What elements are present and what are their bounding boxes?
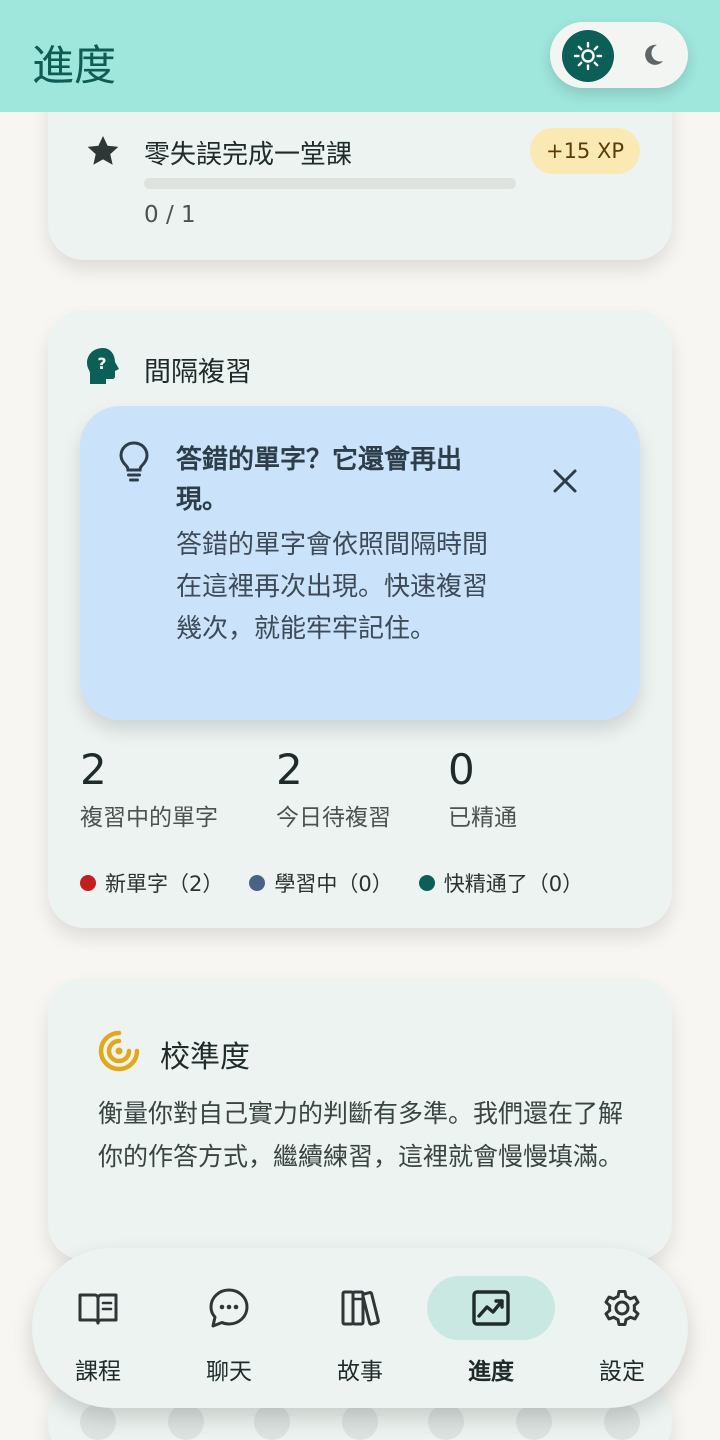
nav-item-lessons[interactable]: 課程 (34, 1276, 162, 1385)
calibration-card: 校準度 衡量你對自己實力的判斷有多準。我們還在了解你的作答方式，繼續練習，這裡就… (48, 978, 672, 1260)
nav-item-settings[interactable]: 設定 (558, 1276, 686, 1385)
stat-in-review: 2 複習中的單字 (80, 746, 218, 832)
placeholder-dot (428, 1404, 464, 1440)
legend-label: 快精通了（0） (443, 872, 584, 896)
page-title: 進度 (32, 41, 117, 90)
book-icon (76, 1286, 120, 1330)
nav-item-progress[interactable]: 進度 (427, 1276, 555, 1385)
close-icon[interactable] (548, 464, 582, 498)
tip-title: 答錯的單字？它還會再出現。 (176, 445, 463, 515)
books-icon (338, 1286, 382, 1330)
quest-progress-text: 0 / 1 (144, 202, 196, 228)
quest-title: 零失誤完成一堂課 (144, 140, 353, 170)
legend-item-learning: 學習中（0） (249, 868, 393, 898)
head-question-icon: ? (84, 346, 122, 390)
xp-badge: +15 XP (530, 128, 640, 174)
bottom-nav: 課程 聊天 故事 進度 設定 (32, 1248, 688, 1408)
placeholder-dot (80, 1404, 116, 1440)
stat-label: 今日待複習 (276, 805, 391, 831)
star-icon (84, 132, 122, 174)
gear-icon (600, 1286, 644, 1330)
legend-dot (249, 875, 266, 891)
stat-label: 已精通 (448, 805, 517, 831)
nav-label: 進度 (468, 1359, 514, 1385)
theme-toggle[interactable] (550, 22, 688, 88)
lightbulb-icon (116, 440, 152, 488)
app-header: 進度 (0, 0, 720, 112)
placeholder-dot (604, 1404, 640, 1440)
stat-value: 2 (80, 745, 107, 794)
chart-icon (469, 1286, 513, 1330)
calibration-description: 衡量你對自己實力的判斷有多準。我們還在了解你的作答方式，繼續練習，這裡就會慢慢填… (98, 1099, 624, 1171)
section-title: 校準度 (160, 1040, 250, 1075)
legend-item-new: 新單字（2） (80, 868, 223, 898)
stat-value: 0 (448, 745, 475, 794)
legend-dot (80, 875, 96, 891)
legend-item-almost-mastered: 快精通了（0） (418, 868, 584, 898)
section-title: 間隔複習 (144, 357, 252, 388)
stat-due-today: 2 今日待複習 (276, 746, 391, 832)
legend-label: 新單字（2） (105, 872, 224, 896)
placeholder-dot (168, 1404, 204, 1440)
tip-card: 答錯的單字？它還會再出現。 答錯的單字會依照間隔時間在這裡再次出現。快速複習幾次… (80, 406, 640, 720)
placeholder-dot (342, 1404, 378, 1440)
tip-body: 答錯的單字會依照間隔時間在這裡再次出現。快速複習幾次，就能牢牢記住。 (176, 530, 489, 644)
nav-item-chat[interactable]: 聊天 (165, 1276, 293, 1385)
chat-bubble-icon (207, 1286, 251, 1330)
sun-icon[interactable] (562, 30, 614, 82)
stat-value: 2 (276, 745, 303, 794)
nav-label: 設定 (599, 1359, 645, 1385)
nav-label: 故事 (337, 1359, 383, 1385)
legend-dot (418, 875, 435, 891)
stat-mastered: 0 已精通 (448, 746, 517, 832)
nav-item-stories[interactable]: 故事 (296, 1276, 424, 1385)
quest-progress-bar (144, 178, 516, 189)
target-icon (98, 1030, 140, 1076)
review-legend: 新單字（2） 學習中（0） 快精通了（0） (80, 868, 609, 898)
nav-label: 聊天 (206, 1359, 252, 1385)
nav-label: 課程 (75, 1359, 121, 1385)
stat-label: 複習中的單字 (80, 805, 218, 831)
moon-icon[interactable] (634, 36, 672, 74)
placeholder-dot (254, 1404, 290, 1440)
quest-card: 零失誤完成一堂課 +15 XP 0 / 1 (48, 90, 672, 260)
placeholder-dot (516, 1404, 552, 1440)
spaced-review-card: ? 間隔複習 答錯的單字？它還會再出現。 答錯的單字會依照間隔時間在這裡再次出現… (48, 310, 672, 928)
svg-text:?: ? (97, 354, 106, 373)
legend-label: 學習中（0） (274, 872, 393, 896)
